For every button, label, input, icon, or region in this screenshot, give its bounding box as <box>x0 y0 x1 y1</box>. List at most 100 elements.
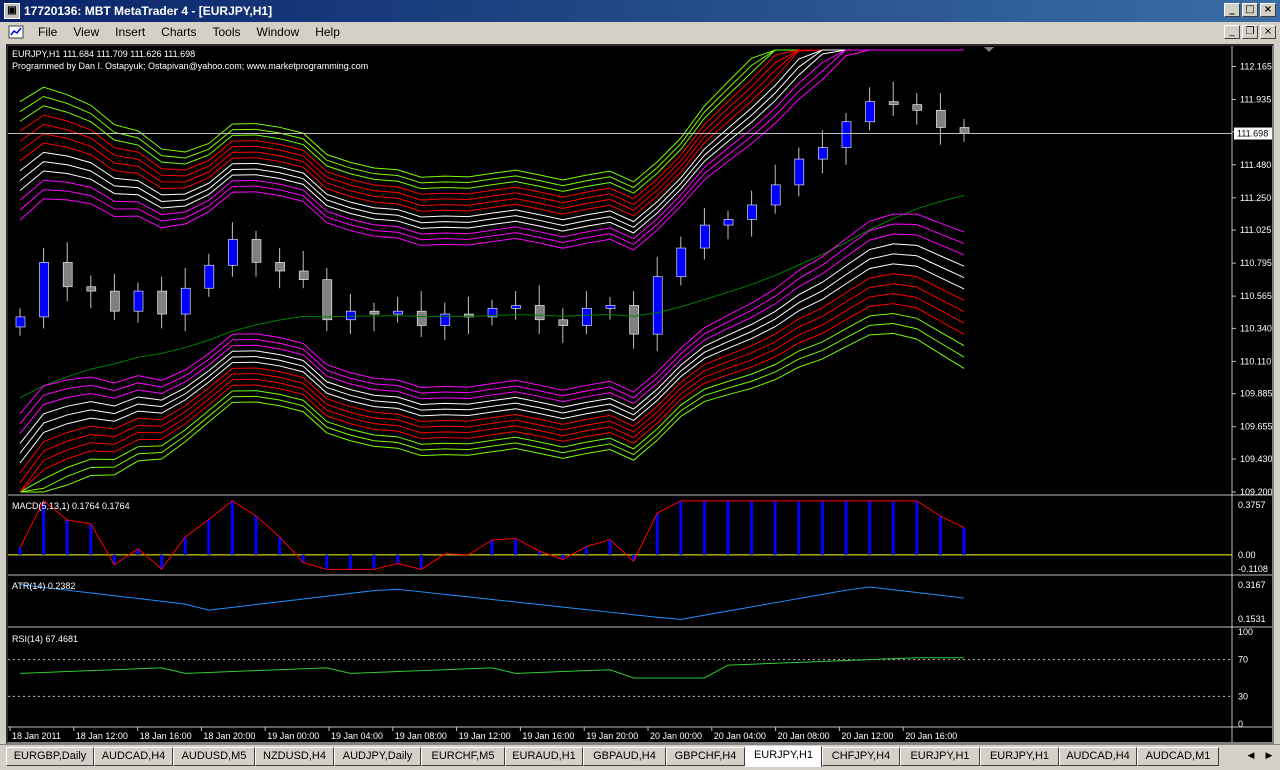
time-tick-label: 18 Jan 20:00 <box>203 731 255 741</box>
window-title: 17720136: MBT MetaTrader 4 - [EURJPY,H1] <box>24 4 273 18</box>
price-tick-label: 110.340 <box>1240 323 1272 333</box>
atr-tick-min: 0.1531 <box>1238 614 1266 624</box>
tab-eurjpy-h1[interactable]: EURJPY,H1 <box>900 747 980 766</box>
bull-candle <box>582 308 592 326</box>
chart-window[interactable]: 112.165111.935111.710111.480111.250111.0… <box>6 44 1274 744</box>
mdi-restore-button[interactable]: ❐ <box>1242 25 1258 39</box>
bull-candle <box>346 310 356 321</box>
tab-audcad-m1[interactable]: AUDCAD,M1 <box>1137 747 1219 766</box>
atr-label: ATR(14) 0.2382 <box>12 581 75 591</box>
bull-candle <box>605 305 616 309</box>
price-tick-label: 111.935 <box>1240 95 1271 105</box>
menu-insert[interactable]: Insert <box>107 25 153 39</box>
rsi-tick-label: 0 <box>1238 719 1243 729</box>
macd-tick-zero: 0.00 <box>1238 550 1256 560</box>
bull-candle <box>747 204 757 220</box>
time-tick-label: 19 Jan 00:00 <box>267 731 319 741</box>
menu-bar: File View Insert Charts Tools Window Hel… <box>0 22 1280 42</box>
tab-gbpaud-h4[interactable]: GBPAUD,H4 <box>583 747 666 766</box>
menu-charts[interactable]: Charts <box>153 25 204 39</box>
chart-window-icon[interactable] <box>8 24 24 40</box>
bull-candle <box>133 290 144 312</box>
bull-candle <box>865 101 875 123</box>
rsi-tick-label: 70 <box>1238 655 1248 665</box>
tab-chfjpy-h4[interactable]: CHFJPY,H4 <box>822 747 900 766</box>
tab-eurjpy-h1[interactable]: EURJPY,H1 <box>745 746 822 767</box>
atr-tick-max: 0.3167 <box>1238 580 1266 590</box>
time-tick-label: 19 Jan 20:00 <box>586 731 638 741</box>
price-tick-label: 109.200 <box>1240 487 1272 497</box>
bull-candle <box>204 264 215 289</box>
menu-tools[interactable]: Tools <box>205 25 249 39</box>
bear-candle <box>298 270 309 280</box>
tab-euraud-h1[interactable]: EURAUD,H1 <box>505 747 583 766</box>
menu-window[interactable]: Window <box>249 25 308 39</box>
time-tick-label: 18 Jan 16:00 <box>140 731 192 741</box>
bear-candle <box>936 109 946 128</box>
chart-background <box>8 46 1272 742</box>
maximize-button[interactable]: □ <box>1242 3 1258 17</box>
macd-tick-min: -0.1108 <box>1238 564 1268 574</box>
tab-scroll-left-icon[interactable]: ◀ <box>1244 750 1258 762</box>
time-tick-label: 20 Jan 00:00 <box>650 731 702 741</box>
tab-gbpchf-h4[interactable]: GBPCHF,H4 <box>666 747 745 766</box>
bull-candle <box>770 184 781 206</box>
bear-candle <box>959 127 970 134</box>
bull-candle <box>676 247 687 278</box>
time-tick-label: 20 Jan 04:00 <box>714 731 766 741</box>
price-tick-label: 111.025 <box>1240 225 1271 235</box>
bear-candle <box>416 310 427 326</box>
tab-eurchf-m5[interactable]: EURCHF,M5 <box>421 747 505 766</box>
mdi-close-button[interactable]: × <box>1260 25 1276 39</box>
rsi-tick-label: 100 <box>1238 627 1253 637</box>
price-tick-label: 111.250 <box>1240 193 1271 203</box>
tab-eurgbp-daily[interactable]: EURGBP,Daily <box>6 747 94 766</box>
price-tick-label: 110.565 <box>1240 291 1272 301</box>
tab-audcad-h4[interactable]: AUDCAD,H4 <box>94 747 173 766</box>
bear-candle <box>110 290 120 312</box>
price-tick-label: 109.655 <box>1240 422 1272 432</box>
bull-candle <box>180 287 191 315</box>
bear-candle <box>275 262 285 272</box>
time-tick-label: 18 Jan 12:00 <box>76 731 128 741</box>
bear-candle <box>86 286 97 292</box>
tab-eurjpy-h1[interactable]: EURJPY,H1 <box>980 747 1059 766</box>
bull-candle <box>700 224 710 249</box>
bull-candle <box>15 316 26 328</box>
rsi-tick-label: 30 <box>1238 691 1248 701</box>
time-tick-label: 19 Jan 16:00 <box>522 731 574 741</box>
bear-candle <box>322 279 333 321</box>
macd-label: MACD(5,13,1) 0.1764 0.1764 <box>12 501 130 511</box>
time-tick-label: 18 Jan 2011 <box>12 731 61 741</box>
bull-candle <box>393 310 403 315</box>
bull-candle <box>39 262 49 318</box>
time-tick-label: 19 Jan 04:00 <box>331 731 383 741</box>
time-tick-label: 20 Jan 16:00 <box>905 731 957 741</box>
time-tick-label: 19 Jan 12:00 <box>459 731 511 741</box>
minimize-button[interactable]: _ <box>1224 3 1240 17</box>
price-chart[interactable]: 112.165111.935111.710111.480111.250111.0… <box>8 46 1272 742</box>
menu-file[interactable]: File <box>30 25 65 39</box>
bull-candle <box>652 276 663 335</box>
bull-candle <box>723 219 734 226</box>
tab-audusd-m5[interactable]: AUDUSD,M5 <box>173 747 255 766</box>
bear-candle <box>251 239 262 263</box>
bear-candle <box>534 305 545 321</box>
tab-audcad-h4[interactable]: AUDCAD,H4 <box>1059 747 1137 766</box>
bull-candle <box>818 147 828 160</box>
menu-view[interactable]: View <box>65 25 107 39</box>
current-price-label: 111.698 <box>1237 129 1268 139</box>
tab-nzdusd-h4[interactable]: NZDUSD,H4 <box>255 747 334 766</box>
close-button[interactable]: × <box>1260 3 1276 17</box>
price-tick-label: 110.795 <box>1240 258 1272 268</box>
indicator-credit: Programmed by Dan I. Ostapyuk; Ostapivan… <box>12 61 368 71</box>
menu-help[interactable]: Help <box>307 25 348 39</box>
price-tick-label: 109.430 <box>1240 454 1272 464</box>
bear-candle <box>629 305 639 335</box>
symbol-info: EURJPY,H1 111.684 111.709 111.626 111.69… <box>12 49 195 59</box>
price-tick-label: 109.885 <box>1240 389 1272 399</box>
tab-audjpy-daily[interactable]: AUDJPY,Daily <box>334 747 421 766</box>
bull-candle <box>511 305 521 309</box>
mdi-minimize-button[interactable]: _ <box>1224 25 1240 39</box>
tab-scroll-right-icon[interactable]: ▶ <box>1262 750 1276 762</box>
